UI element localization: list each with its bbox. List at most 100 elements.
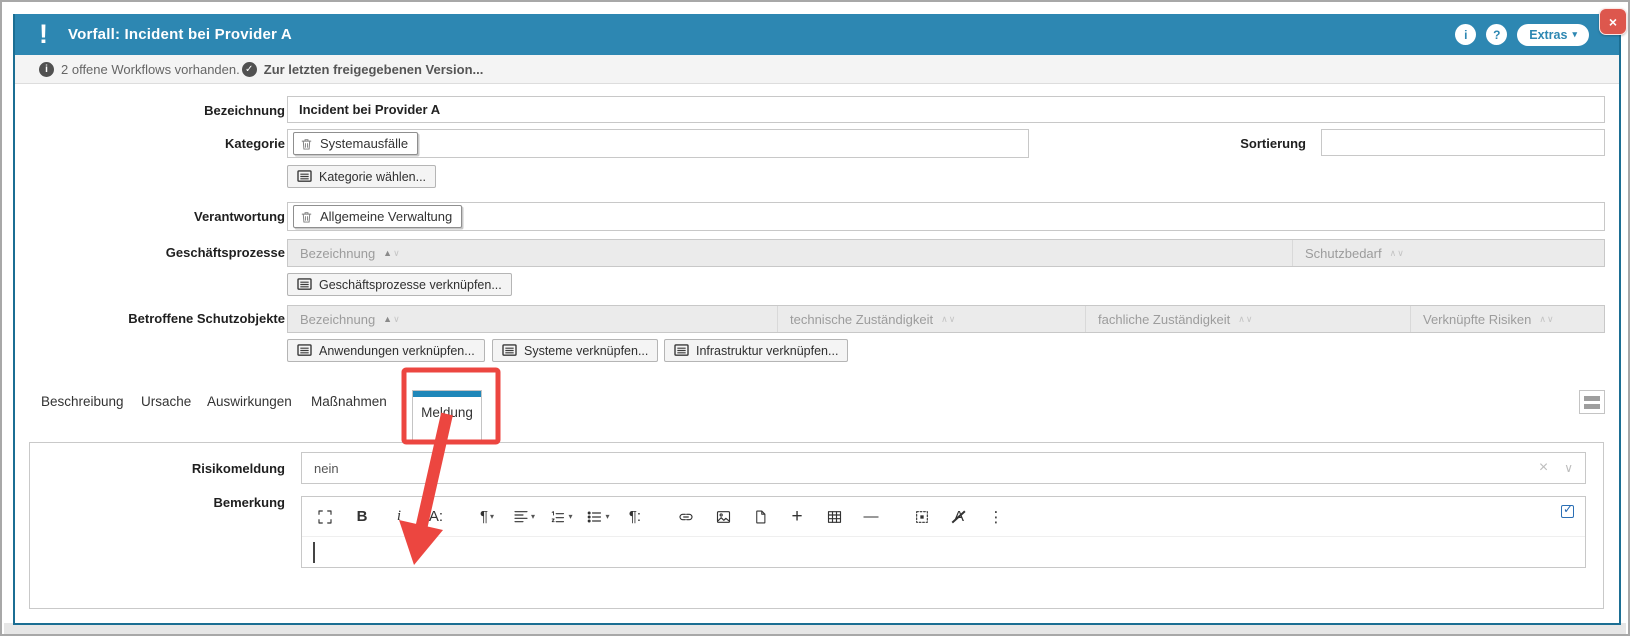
page: ! Vorfall: Incident bei Provider A i ? E… — [0, 0, 1630, 636]
editor-toolbar: B i A: ¶▾ ▾ ▾ ▾ ¶: — [302, 497, 1585, 537]
unordered-list-icon[interactable]: ▾ — [585, 505, 611, 529]
systeme-verknuepfen-label: Systeme verknüpfen... — [524, 344, 648, 358]
geschaeftsprozesse-verknuepfen-button[interactable]: Geschäftsprozesse verknüpfen... — [287, 273, 512, 296]
chevron-down-icon[interactable]: ∨ — [1564, 461, 1573, 475]
ordered-list-icon[interactable]: ▾ — [548, 505, 574, 529]
bemerkung-label: Bemerkung — [29, 495, 285, 510]
bemerkung-editor: B i A: ¶▾ ▾ ▾ ▾ ¶: — [301, 496, 1586, 568]
bezeichnung-label: Bezeichnung — [29, 103, 285, 118]
tab-massnahmen[interactable]: Maßnahmen — [311, 394, 387, 409]
verantwortung-field[interactable]: Allgemeine Verwaltung — [287, 202, 1605, 231]
active-tab-stripe — [413, 391, 481, 397]
bold-icon[interactable]: B — [349, 505, 375, 529]
horizontal-line-icon[interactable]: — — [858, 505, 884, 529]
list-box-icon — [297, 278, 312, 291]
clear-formatting-icon[interactable]: A — [946, 505, 972, 529]
extras-button[interactable]: Extras ▾ — [1517, 24, 1589, 46]
kategorie-tag-label: Systemausfälle — [320, 136, 408, 151]
infrastruktur-verknuepfen-button[interactable]: Infrastruktur verknüpfen... — [664, 339, 848, 362]
window-titlebar: ! Vorfall: Incident bei Provider A i ? E… — [15, 14, 1619, 55]
risikomeldung-label: Risikomeldung — [29, 461, 285, 476]
kategorie-waehlen-label: Kategorie wählen... — [319, 170, 426, 184]
tab-meldung[interactable]: Meldung — [412, 390, 482, 442]
schutzobjekte-table-header: Bezeichnung ▲∨ technische Zuständigkeit … — [287, 305, 1605, 333]
editor-content[interactable] — [302, 537, 1585, 568]
column-header-bezeichnung[interactable]: Bezeichnung ▲∨ — [288, 306, 777, 332]
list-box-icon — [297, 344, 312, 357]
anwendungen-verknuepfen-label: Anwendungen verknüpfen... — [319, 344, 475, 358]
extras-label: Extras — [1529, 28, 1567, 42]
fullscreen-icon[interactable] — [312, 505, 338, 529]
kategorie-tag[interactable]: Systemausfälle — [293, 132, 418, 155]
sort-arrows-icon: ∧∨ — [941, 314, 956, 325]
quick-insert-icon[interactable]: + — [784, 505, 810, 529]
sort-arrows-icon: ▲∨ — [383, 314, 401, 325]
sort-arrows-icon: ∧∨ — [1238, 314, 1253, 325]
geschaeftsprozesse-table-header: Bezeichnung ▲∨ Schutzbedarf ∧∨ — [287, 239, 1605, 267]
tab-ursache[interactable]: Ursache — [141, 394, 191, 409]
verantwortung-tag[interactable]: Allgemeine Verwaltung — [293, 205, 462, 228]
column-header-fachliche-zustaendigkeit[interactable]: fachliche Zuständigkeit ∧∨ — [1085, 306, 1410, 332]
editor-checkbox[interactable]: ✓ — [1561, 505, 1574, 518]
sortierung-label: Sortierung — [1106, 136, 1306, 151]
help-icon: ? — [1493, 28, 1500, 42]
info-circle-icon: i — [39, 62, 54, 77]
text-cursor — [313, 542, 315, 563]
sortierung-input[interactable] — [1321, 129, 1605, 156]
verantwortung-tag-label: Allgemeine Verwaltung — [320, 209, 452, 224]
workflows-text: 2 offene Workflows vorhanden. — [61, 62, 240, 77]
check-circle-icon: ✓ — [242, 62, 257, 77]
close-button[interactable]: × — [1599, 8, 1627, 35]
two-bars-icon — [1584, 396, 1600, 401]
risikomeldung-select[interactable]: nein × ∨ — [301, 452, 1586, 484]
check-icon: ✓ — [1563, 502, 1573, 516]
trash-icon[interactable] — [300, 210, 313, 224]
bezeichnung-input[interactable] — [287, 96, 1605, 123]
more-options-icon[interactable]: ⋮ — [983, 505, 1009, 529]
column-label: Verknüpfte Risiken — [1423, 312, 1531, 327]
systeme-verknuepfen-button[interactable]: Systeme verknüpfen... — [492, 339, 658, 362]
insert-link-icon[interactable] — [673, 505, 699, 529]
layout-toggle-button[interactable] — [1579, 390, 1605, 414]
insert-image-icon[interactable] — [710, 505, 736, 529]
verantwortung-label: Verantwortung — [29, 209, 285, 224]
two-bars-icon — [1584, 404, 1600, 409]
column-label: Bezeichnung — [300, 312, 375, 327]
trash-icon[interactable] — [300, 137, 313, 151]
align-icon[interactable]: ▾ — [511, 505, 537, 529]
select-all-icon[interactable] — [909, 505, 935, 529]
clear-icon[interactable]: × — [1539, 459, 1548, 477]
column-label: Bezeichnung — [300, 246, 375, 261]
titlebar-controls: i ? Extras ▾ — [1455, 14, 1589, 55]
tab-auswirkungen[interactable]: Auswirkungen — [207, 394, 292, 409]
insert-file-icon[interactable] — [747, 505, 773, 529]
column-header-verknuepfte-risiken[interactable]: Verknüpfte Risiken ∧∨ — [1410, 306, 1604, 332]
infrastruktur-verknuepfen-label: Infrastruktur verknüpfen... — [696, 344, 838, 358]
info-icon: i — [1464, 28, 1467, 42]
schutzobjekte-label: Betroffene Schutzobjekte — [29, 311, 285, 326]
insert-table-icon[interactable] — [821, 505, 847, 529]
column-header-schutzbedarf[interactable]: Schutzbedarf ∧∨ — [1292, 240, 1604, 266]
list-box-icon — [674, 344, 689, 357]
column-label: fachliche Zuständigkeit — [1098, 312, 1230, 327]
kategorie-waehlen-button[interactable]: Kategorie wählen... — [287, 165, 436, 188]
paragraph-format-icon[interactable]: ¶▾ — [474, 505, 500, 529]
column-label: technische Zuständigkeit — [790, 312, 933, 327]
anwendungen-verknuepfen-button[interactable]: Anwendungen verknüpfen... — [287, 339, 485, 362]
close-icon: × — [1609, 14, 1617, 30]
list-box-icon — [502, 344, 517, 357]
column-label: Schutzbedarf — [1305, 246, 1382, 261]
column-header-bezeichnung[interactable]: Bezeichnung ▲∨ — [288, 240, 1292, 266]
column-header-technische-zustaendigkeit[interactable]: technische Zuständigkeit ∧∨ — [777, 306, 1085, 332]
paragraph-style-icon[interactable]: ¶: — [622, 505, 648, 529]
last-version-link[interactable]: Zur letzten freigegebenen Version... — [264, 62, 484, 77]
font-size-icon[interactable]: A: — [423, 505, 449, 529]
info-button[interactable]: i — [1455, 24, 1476, 45]
kategorie-field[interactable]: Systemausfälle — [287, 129, 1029, 158]
italic-icon[interactable]: i — [386, 505, 412, 529]
help-button[interactable]: ? — [1486, 24, 1507, 45]
tab-beschreibung[interactable]: Beschreibung — [41, 394, 124, 409]
alert-icon: ! — [39, 21, 48, 48]
geschaeftsprozesse-verknuepfen-label: Geschäftsprozesse verknüpfen... — [319, 278, 502, 292]
sort-arrows-icon: ∧∨ — [1539, 314, 1554, 325]
